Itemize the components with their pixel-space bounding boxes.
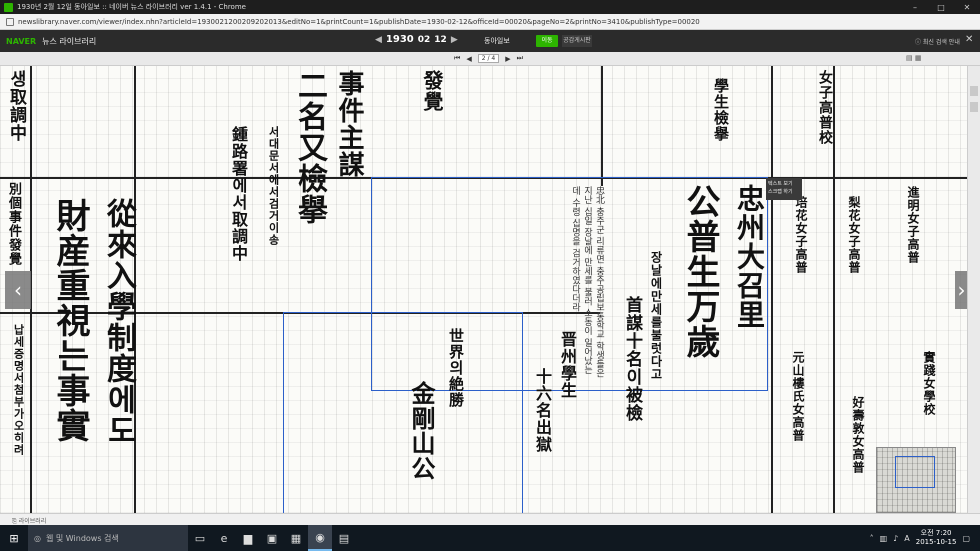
windows-start-icon[interactable]: ⊞ [0, 525, 28, 551]
edge-browser-icon[interactable]: e [212, 525, 236, 551]
headline-released: 十六名出獄 [533, 368, 552, 453]
date-navigator: ◀ 1930 02 12 ▶ [375, 34, 458, 45]
headline-property: 財産重視는事實 [50, 198, 90, 443]
headline-left-1: 생取調中 [6, 70, 26, 142]
view-mode-toggle[interactable]: ▤ ▦ [906, 54, 921, 62]
scrap-option[interactable]: 스크랩 하기 [768, 188, 800, 196]
headline-ringleaders: 首謀十名이被檢 [622, 296, 642, 422]
microphone-icon: ◎ [34, 533, 41, 543]
related-article-frame[interactable] [283, 312, 523, 513]
naver-toolbar: NAVER 뉴스 라이브러리 ◀ 1930 02 12 ▶ 동아일보 이동 공감… [0, 30, 980, 52]
first-page-icon[interactable]: ⏮ [454, 54, 460, 63]
prev-date-arrow-icon[interactable]: ◀ [375, 35, 382, 45]
page-current: 2 [481, 55, 486, 62]
taskbar-search-placeholder: 웹 및 Windows 검색 [45, 533, 119, 543]
file-explorer-icon[interactable]: ▆ [236, 525, 260, 551]
taskbar-search-box[interactable]: ◎ 웹 및 Windows 검색 [28, 525, 188, 551]
next-date-arrow-icon[interactable]: ▶ [451, 35, 458, 45]
pdf-reader-icon[interactable]: ▤ [332, 525, 356, 551]
minimap-viewport-frame[interactable] [895, 456, 935, 488]
viewer-status-strip: ⎘ 라이브러리 [0, 513, 980, 525]
address-bar[interactable]: newslibrary.naver.com/viewer/index.nhn?a… [0, 14, 980, 30]
naver-logo[interactable]: NAVER [6, 37, 36, 46]
window-title: 1930년 2월 12일 동아일보 :: 네이버 뉴스 라이브러리 ver 1.… [17, 3, 246, 11]
clock-date: 2015-10-15 [915, 538, 957, 546]
prev-page-icon[interactable]: ◀ [466, 55, 471, 63]
page-navigation-bar: ⏮ ◀ 2 / 4 ▶ ⏭ ▤ ▦ [0, 52, 980, 66]
subhead-1: 서대문서에서검거이송 [267, 126, 280, 246]
headline-jinju: 晋州學生 [558, 331, 577, 399]
zoom-out-icon[interactable] [970, 102, 978, 112]
heading-hosudon: 好壽敦女高普 [851, 396, 865, 474]
heading-girls-school: 女子高普校 [817, 70, 833, 145]
heading-wonsan: 元山樓氏女高普 [791, 351, 805, 442]
newspaper-select[interactable]: 동아일보 [484, 36, 510, 46]
newspaper-viewer[interactable]: 생取調中 別個事件發覺 事件主謀 二名又檢擧 서대문서에서검거이송 鍾路署에서取… [0, 66, 980, 513]
month-select[interactable]: 02 [418, 35, 431, 45]
clock-time: 오전 7:20 [920, 529, 952, 537]
day-select[interactable]: 12 [434, 35, 447, 45]
page-indicator[interactable]: 2 / 4 [477, 54, 500, 63]
tray-up-arrow-icon[interactable]: ˄ [870, 534, 874, 543]
ime-icon[interactable]: A [904, 534, 909, 543]
headline-main-2: 二名又檢擧 [292, 70, 327, 225]
view-text-option[interactable]: 텍스트 보기 [768, 180, 800, 188]
page-icon [6, 17, 14, 26]
minimize-button[interactable]: – [902, 3, 928, 12]
headline-left-2: 別個事件發覺 [6, 182, 21, 266]
heading-baehwa: 培花女子高普 [794, 196, 808, 274]
last-page-icon[interactable]: ⏭ [517, 54, 523, 63]
previous-page-arrow-icon[interactable]: ‹ [5, 271, 31, 309]
service-title[interactable]: 뉴스 라이브러리 [42, 36, 96, 47]
headline-manse: 公普生万歲 [680, 184, 720, 359]
headline-entrance: 從來入學制度에도 [101, 198, 136, 446]
store-icon[interactable]: ▣ [260, 525, 284, 551]
page-total: 4 [491, 55, 496, 62]
network-icon[interactable]: ▥ [880, 534, 888, 543]
headline-student-arrest: 學生檢擧 [712, 78, 730, 142]
naver-app-icon [4, 2, 13, 12]
article-context-menu[interactable]: 텍스트 보기 스크랩 하기 [766, 178, 802, 200]
board-button[interactable]: 공감게시판 [562, 35, 592, 47]
zoom-in-icon[interactable] [970, 86, 978, 96]
right-tool-strip [967, 66, 980, 513]
year-select[interactable]: 1930 [386, 34, 414, 45]
calculator-icon[interactable]: ▦ [284, 525, 308, 551]
subhead-tax: 납세증명서첨부가오히려 [12, 324, 25, 456]
headline-discover: 發覺 [420, 70, 444, 112]
column-rule [771, 66, 773, 513]
headline-chungju: 忠州大召里 [733, 184, 766, 329]
windows-taskbar: ⊞ ◎ 웹 및 Windows 검색 ▭ e ▆ ▣ ▦ ◉ ▤ ˄ ▥ ♪ A… [0, 525, 980, 551]
close-window-button[interactable]: ✕ [954, 3, 980, 12]
page-minimap[interactable] [876, 447, 956, 513]
task-view-icon[interactable]: ▭ [188, 525, 212, 551]
headline-kumgang: 金剛山公 [407, 381, 436, 481]
chrome-icon[interactable]: ◉ [308, 525, 332, 551]
maximize-button[interactable]: □ [928, 3, 954, 12]
url-text[interactable]: newslibrary.naver.com/viewer/index.nhn?a… [18, 18, 700, 26]
volume-icon[interactable]: ♪ [893, 534, 898, 543]
column-rule [601, 66, 603, 186]
heading-silcheon: 實踐女學校 [922, 351, 936, 416]
heading-jinmyeong: 進明女子高普 [906, 186, 920, 264]
help-link[interactable]: ⓘ 최신 검색 안내 [915, 37, 960, 46]
heading-ewha: 梨花女子高普 [847, 196, 861, 274]
notifications-icon[interactable]: ▢ [962, 534, 970, 543]
subhead-2: 鍾路署에서取調中 [229, 126, 248, 262]
system-tray: ˄ ▥ ♪ A 오전 7:20 2015-10-15 ▢ [870, 529, 980, 547]
headline-main-1: 事件主謀 [334, 70, 364, 178]
headline-world: 世界의絶勝 [447, 328, 465, 408]
subhead-market: 장날에만세를불럿다고 [649, 251, 663, 381]
window-titlebar: 1930년 2월 12일 동아일보 :: 네이버 뉴스 라이브러리 ver 1.… [0, 0, 980, 14]
viewer-close-icon[interactable]: ✕ [965, 34, 973, 45]
next-page-icon[interactable]: ▶ [505, 55, 510, 63]
go-button[interactable]: 이동 [536, 35, 558, 47]
taskbar-clock[interactable]: 오전 7:20 2015-10-15 [916, 529, 957, 547]
